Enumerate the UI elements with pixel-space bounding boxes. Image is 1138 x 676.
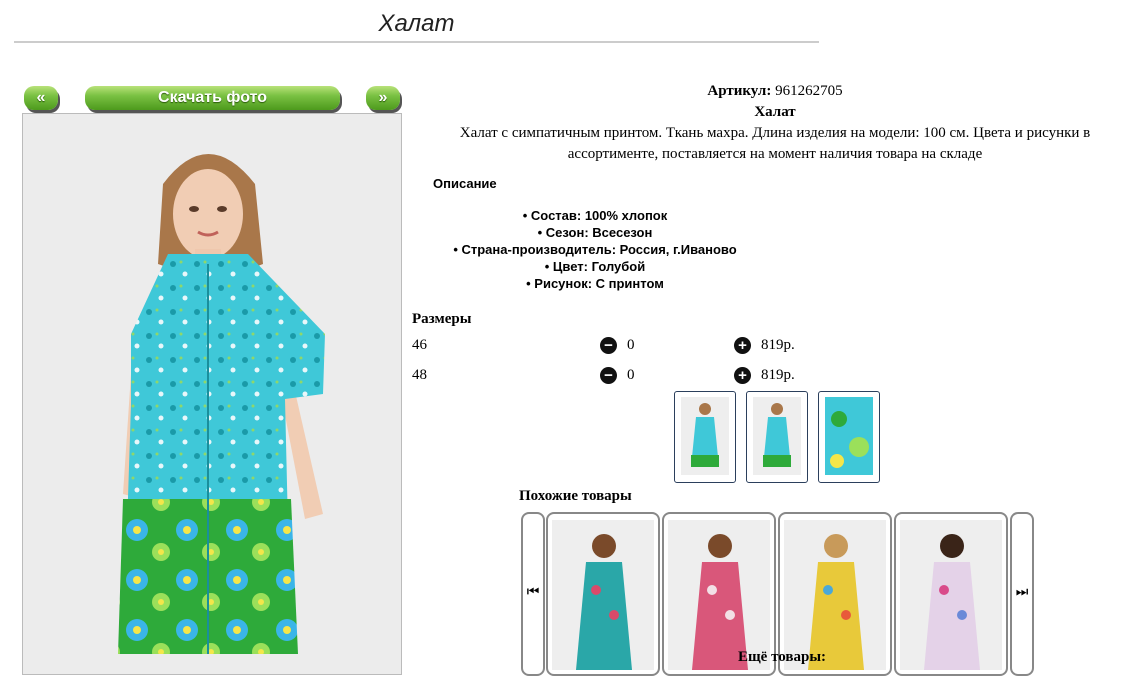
feature-item: Страна-производитель: Россия, г.Иваново: [430, 241, 760, 258]
details-heading: Описание: [433, 176, 497, 191]
title-divider: [14, 41, 819, 43]
thumbnail-image: [681, 397, 729, 475]
similar-product-card[interactable]: [894, 512, 1008, 676]
minus-circle-icon[interactable]: −: [600, 367, 617, 384]
similar-product-image: [784, 520, 886, 670]
feature-item: Сезон: Всесезон: [430, 224, 760, 241]
skip-forward-icon: ⏭: [1015, 584, 1029, 600]
page-title: Халат: [378, 10, 455, 37]
article-value: 961262705: [775, 83, 843, 99]
thumbnail-fabric[interactable]: [818, 391, 880, 483]
plus-circle-icon[interactable]: +: [734, 337, 751, 354]
price-value: 819р.: [761, 337, 795, 353]
feature-item: Рисунок: С принтом: [430, 275, 760, 292]
thumbnail-image: [753, 397, 801, 475]
feature-item: Цвет: Голубой: [430, 258, 760, 275]
download-photo-button[interactable]: Скачать фото: [85, 86, 340, 110]
size-value: 48: [412, 367, 427, 383]
next-photo-button[interactable]: »: [366, 86, 400, 110]
quantity-value: 0: [627, 367, 635, 383]
similar-product-image: [900, 520, 1002, 670]
article-line: Артикул: 961262705: [430, 83, 1120, 100]
similar-product-card[interactable]: [546, 512, 660, 676]
size-row: 48 − 0 + 819р.: [412, 367, 832, 387]
feature-list: Состав: 100% хлопок Сезон: Всесезон Стра…: [430, 207, 760, 292]
thumbnail-image: [825, 397, 873, 475]
thumbnail-front[interactable]: [674, 391, 736, 483]
main-product-photo[interactable]: [22, 113, 402, 675]
product-name: Халат: [754, 104, 796, 120]
carousel-prev-button[interactable]: ⏮: [521, 512, 545, 676]
quantity-value: 0: [627, 337, 635, 353]
skip-back-icon: ⏮: [526, 584, 540, 600]
thumbnail-back[interactable]: [746, 391, 808, 483]
similar-product-image: [552, 520, 654, 670]
prev-photo-button[interactable]: «: [24, 86, 58, 110]
article-label: Артикул:: [707, 83, 772, 99]
price-value: 819р.: [761, 367, 795, 383]
product-description: Халат с симпатичным принтом. Ткань махра…: [459, 125, 1091, 162]
similar-product-image: [668, 520, 770, 670]
size-row: 46 − 0 + 819р.: [412, 337, 832, 357]
feature-item: Состав: 100% хлопок: [430, 207, 760, 224]
plus-circle-icon[interactable]: +: [734, 367, 751, 384]
sizes-heading: Размеры: [412, 311, 472, 327]
similar-products-heading: Похожие товары: [519, 488, 632, 504]
carousel-next-button[interactable]: ⏭: [1010, 512, 1034, 676]
size-value: 46: [412, 337, 427, 353]
more-products-label[interactable]: Ещё товары:: [738, 649, 826, 666]
minus-circle-icon[interactable]: −: [600, 337, 617, 354]
model-photo-illustration: [23, 114, 401, 674]
